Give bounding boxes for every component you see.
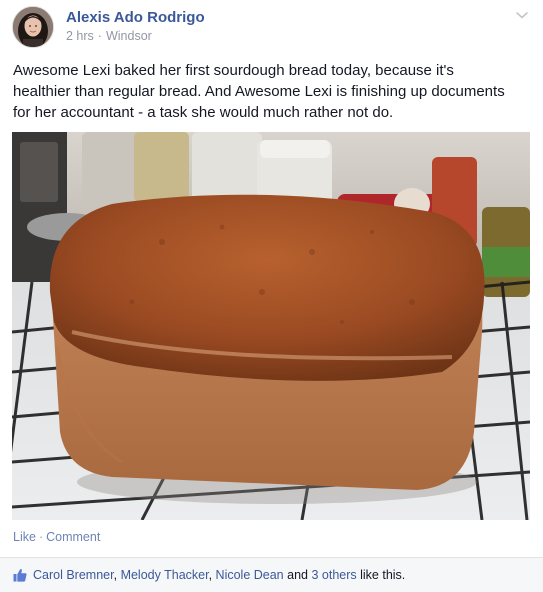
- meta-separator: ·: [97, 29, 102, 43]
- liker-2[interactable]: Melody Thacker: [121, 568, 209, 582]
- avatar-photo: [13, 7, 53, 47]
- chevron-down-icon[interactable]: [515, 10, 529, 20]
- post-photo[interactable]: [12, 132, 530, 520]
- author-avatar[interactable]: [12, 6, 54, 48]
- post-location[interactable]: Windsor: [106, 29, 152, 43]
- likes-comma-2: ,: [208, 568, 213, 582]
- likes-others-link[interactable]: 3 others: [311, 568, 356, 582]
- comment-link[interactable]: Comment: [46, 530, 100, 544]
- likes-and: and: [287, 568, 308, 582]
- post-actions: Like · Comment: [13, 530, 100, 544]
- post-timestamp[interactable]: 2 hrs: [66, 29, 94, 43]
- likes-suffix: like this.: [360, 568, 406, 582]
- like-link[interactable]: Like: [13, 530, 36, 544]
- bread-photo: [12, 132, 530, 520]
- news-feed-post: Alexis Ado Rodrigo 2 hrs · Windsor Awesome…: [0, 0, 543, 592]
- actions-separator: ·: [38, 530, 44, 544]
- liker-3[interactable]: Nicole Dean: [216, 568, 284, 582]
- likes-text: Carol Bremner, Melody Thacker, Nicole De…: [33, 568, 405, 582]
- post-header: Alexis Ado Rodrigo 2 hrs · Windsor: [12, 6, 531, 50]
- thumbs-up-icon: [13, 568, 27, 582]
- likes-comma-1: ,: [113, 568, 118, 582]
- author-name[interactable]: Alexis Ado Rodrigo: [66, 9, 205, 26]
- likes-summary: Carol Bremner, Melody Thacker, Nicole De…: [0, 557, 543, 592]
- post-text: Awesome Lexi baked her first sourdough b…: [13, 62, 505, 121]
- liker-1[interactable]: Carol Bremner: [33, 568, 114, 582]
- post-meta: 2 hrs · Windsor: [66, 29, 152, 43]
